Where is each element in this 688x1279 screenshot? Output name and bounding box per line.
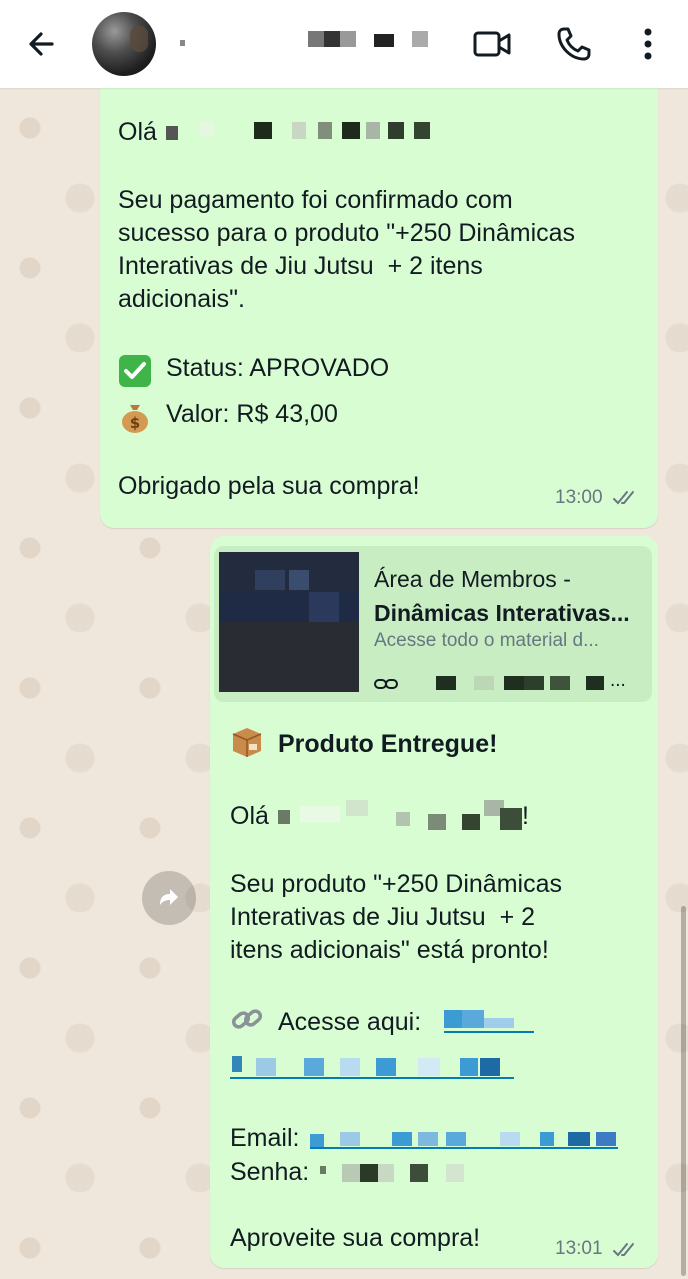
- back-arrow-icon[interactable]: [22, 24, 62, 64]
- preview-thumbnail: [219, 552, 359, 692]
- voice-call-icon[interactable]: [552, 22, 596, 66]
- package-box-icon: [232, 728, 262, 757]
- chat-area[interactable]: Olá Seu pagamento foi confirmado com suc…: [0, 88, 688, 1279]
- svg-text:$: $: [130, 414, 140, 432]
- greeting-text-2: Olá: [230, 802, 269, 830]
- message-time-2: 13:01: [555, 1238, 603, 1259]
- message-time: 13:00: [555, 487, 603, 508]
- value-text: Valor: R$ 43,00: [166, 400, 338, 428]
- forward-arrow-icon: [160, 889, 178, 905]
- delivery-heading: Produto Entregue!: [278, 730, 498, 758]
- contact-name[interactable]: [176, 26, 436, 62]
- more-options-icon[interactable]: [626, 22, 670, 66]
- message-bubble-payment[interactable]: Olá Seu pagamento foi confirmado com suc…: [100, 88, 658, 528]
- preview-title-line1: Área de Membros -: [374, 566, 571, 592]
- read-ticks-icon: [613, 491, 634, 505]
- forward-button[interactable]: [142, 871, 196, 925]
- email-label: Email:: [230, 1124, 300, 1152]
- status-text: Status: APROVADO: [166, 354, 390, 382]
- access-label: Acesse aqui:: [278, 1008, 422, 1036]
- contact-avatar[interactable]: [92, 12, 156, 76]
- preview-title-line2: Dinâmicas Interativas...: [374, 600, 630, 626]
- chat-header: [0, 0, 688, 88]
- preview-description: Acesse todo o material d...: [374, 630, 599, 651]
- delivery-body-text: Seu produto "+250 Dinâmicas Interativas …: [230, 870, 562, 964]
- scrollbar[interactable]: [681, 906, 686, 1276]
- url-ellipsis: ...: [610, 670, 626, 691]
- link-icon: [231, 1009, 263, 1029]
- check-mark-icon: [119, 355, 151, 387]
- greeting-text: Olá: [118, 118, 157, 146]
- closing-text: Obrigado pela sua compra!: [118, 472, 420, 500]
- password-label: Senha:: [230, 1158, 310, 1186]
- link-preview-card[interactable]: Área de Membros - Dinâmicas Interativas.…: [214, 546, 652, 702]
- closing-text-2: Aproveite sua compra!: [230, 1224, 481, 1252]
- link-chain-icon: [374, 679, 398, 689]
- payment-body-text: Seu pagamento foi confirmado com sucesso…: [118, 186, 576, 313]
- money-bag-icon: $: [122, 405, 148, 433]
- greeting-end: !: [522, 802, 529, 830]
- read-ticks-icon-2: [613, 1243, 634, 1257]
- preview-url: ...: [374, 670, 644, 696]
- video-call-icon[interactable]: [470, 22, 514, 66]
